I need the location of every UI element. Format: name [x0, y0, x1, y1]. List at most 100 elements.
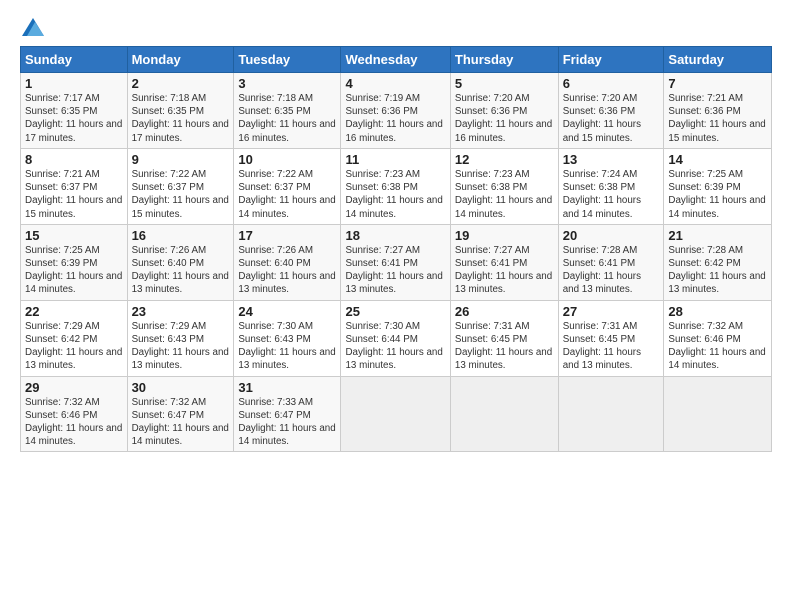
calendar-cell: 23Sunrise: 7:29 AMSunset: 6:43 PMDayligh…	[127, 300, 234, 376]
day-info: Sunrise: 7:18 AMSunset: 6:35 PMDaylight:…	[132, 92, 230, 145]
day-info: Sunrise: 7:23 AMSunset: 6:38 PMDaylight:…	[345, 168, 445, 221]
day-number: 19	[455, 228, 554, 243]
day-info: Sunrise: 7:21 AMSunset: 6:36 PMDaylight:…	[668, 92, 767, 145]
day-number: 22	[25, 304, 123, 319]
day-info: Sunrise: 7:22 AMSunset: 6:37 PMDaylight:…	[238, 168, 336, 221]
day-number: 31	[238, 380, 336, 395]
day-number: 29	[25, 380, 123, 395]
day-number: 23	[132, 304, 230, 319]
day-number: 18	[345, 228, 445, 243]
calendar-week-row: 15Sunrise: 7:25 AMSunset: 6:39 PMDayligh…	[21, 224, 772, 300]
calendar-cell	[341, 376, 450, 452]
calendar-day-header: Saturday	[664, 47, 772, 73]
calendar-cell: 5Sunrise: 7:20 AMSunset: 6:36 PMDaylight…	[450, 73, 558, 149]
calendar-week-row: 29Sunrise: 7:32 AMSunset: 6:46 PMDayligh…	[21, 376, 772, 452]
calendar-day-header: Monday	[127, 47, 234, 73]
day-info: Sunrise: 7:29 AMSunset: 6:42 PMDaylight:…	[25, 320, 123, 373]
calendar-cell: 16Sunrise: 7:26 AMSunset: 6:40 PMDayligh…	[127, 224, 234, 300]
calendar-cell: 3Sunrise: 7:18 AMSunset: 6:35 PMDaylight…	[234, 73, 341, 149]
calendar-cell: 22Sunrise: 7:29 AMSunset: 6:42 PMDayligh…	[21, 300, 128, 376]
calendar-cell: 2Sunrise: 7:18 AMSunset: 6:35 PMDaylight…	[127, 73, 234, 149]
calendar-cell: 19Sunrise: 7:27 AMSunset: 6:41 PMDayligh…	[450, 224, 558, 300]
day-number: 30	[132, 380, 230, 395]
day-number: 2	[132, 76, 230, 91]
day-info: Sunrise: 7:25 AMSunset: 6:39 PMDaylight:…	[25, 244, 123, 297]
day-number: 24	[238, 304, 336, 319]
day-info: Sunrise: 7:32 AMSunset: 6:46 PMDaylight:…	[25, 396, 123, 449]
day-info: Sunrise: 7:32 AMSunset: 6:46 PMDaylight:…	[668, 320, 767, 373]
day-info: Sunrise: 7:28 AMSunset: 6:42 PMDaylight:…	[668, 244, 767, 297]
day-number: 13	[563, 152, 660, 167]
day-info: Sunrise: 7:23 AMSunset: 6:38 PMDaylight:…	[455, 168, 554, 221]
day-number: 7	[668, 76, 767, 91]
calendar-cell	[558, 376, 664, 452]
page: SundayMondayTuesdayWednesdayThursdayFrid…	[0, 0, 792, 612]
day-info: Sunrise: 7:26 AMSunset: 6:40 PMDaylight:…	[238, 244, 336, 297]
calendar-cell: 11Sunrise: 7:23 AMSunset: 6:38 PMDayligh…	[341, 148, 450, 224]
day-number: 5	[455, 76, 554, 91]
day-number: 16	[132, 228, 230, 243]
day-number: 9	[132, 152, 230, 167]
day-number: 27	[563, 304, 660, 319]
calendar-cell: 21Sunrise: 7:28 AMSunset: 6:42 PMDayligh…	[664, 224, 772, 300]
logo	[20, 18, 44, 36]
day-number: 20	[563, 228, 660, 243]
day-info: Sunrise: 7:28 AMSunset: 6:41 PMDaylight:…	[563, 244, 660, 297]
header	[20, 18, 772, 36]
calendar-cell: 15Sunrise: 7:25 AMSunset: 6:39 PMDayligh…	[21, 224, 128, 300]
day-info: Sunrise: 7:33 AMSunset: 6:47 PMDaylight:…	[238, 396, 336, 449]
calendar-day-header: Thursday	[450, 47, 558, 73]
calendar-cell: 18Sunrise: 7:27 AMSunset: 6:41 PMDayligh…	[341, 224, 450, 300]
calendar-day-header: Friday	[558, 47, 664, 73]
calendar-cell	[664, 376, 772, 452]
calendar-day-header: Sunday	[21, 47, 128, 73]
calendar-week-row: 22Sunrise: 7:29 AMSunset: 6:42 PMDayligh…	[21, 300, 772, 376]
day-info: Sunrise: 7:17 AMSunset: 6:35 PMDaylight:…	[25, 92, 123, 145]
calendar-cell: 30Sunrise: 7:32 AMSunset: 6:47 PMDayligh…	[127, 376, 234, 452]
calendar-cell: 20Sunrise: 7:28 AMSunset: 6:41 PMDayligh…	[558, 224, 664, 300]
day-info: Sunrise: 7:30 AMSunset: 6:44 PMDaylight:…	[345, 320, 445, 373]
calendar-week-row: 8Sunrise: 7:21 AMSunset: 6:37 PMDaylight…	[21, 148, 772, 224]
day-number: 25	[345, 304, 445, 319]
calendar-header-row: SundayMondayTuesdayWednesdayThursdayFrid…	[21, 47, 772, 73]
day-number: 1	[25, 76, 123, 91]
calendar-cell: 24Sunrise: 7:30 AMSunset: 6:43 PMDayligh…	[234, 300, 341, 376]
calendar-cell: 27Sunrise: 7:31 AMSunset: 6:45 PMDayligh…	[558, 300, 664, 376]
calendar-week-row: 1Sunrise: 7:17 AMSunset: 6:35 PMDaylight…	[21, 73, 772, 149]
day-number: 26	[455, 304, 554, 319]
calendar-cell: 7Sunrise: 7:21 AMSunset: 6:36 PMDaylight…	[664, 73, 772, 149]
day-number: 6	[563, 76, 660, 91]
day-info: Sunrise: 7:31 AMSunset: 6:45 PMDaylight:…	[563, 320, 660, 373]
day-info: Sunrise: 7:22 AMSunset: 6:37 PMDaylight:…	[132, 168, 230, 221]
calendar-cell: 10Sunrise: 7:22 AMSunset: 6:37 PMDayligh…	[234, 148, 341, 224]
calendar-cell: 29Sunrise: 7:32 AMSunset: 6:46 PMDayligh…	[21, 376, 128, 452]
calendar-day-header: Wednesday	[341, 47, 450, 73]
calendar-day-header: Tuesday	[234, 47, 341, 73]
calendar-cell: 26Sunrise: 7:31 AMSunset: 6:45 PMDayligh…	[450, 300, 558, 376]
day-info: Sunrise: 7:32 AMSunset: 6:47 PMDaylight:…	[132, 396, 230, 449]
logo-text	[20, 18, 44, 36]
day-info: Sunrise: 7:27 AMSunset: 6:41 PMDaylight:…	[345, 244, 445, 297]
calendar-table: SundayMondayTuesdayWednesdayThursdayFrid…	[20, 46, 772, 452]
calendar-cell	[450, 376, 558, 452]
calendar-cell: 13Sunrise: 7:24 AMSunset: 6:38 PMDayligh…	[558, 148, 664, 224]
day-info: Sunrise: 7:18 AMSunset: 6:35 PMDaylight:…	[238, 92, 336, 145]
day-info: Sunrise: 7:31 AMSunset: 6:45 PMDaylight:…	[455, 320, 554, 373]
day-number: 28	[668, 304, 767, 319]
day-number: 17	[238, 228, 336, 243]
day-number: 14	[668, 152, 767, 167]
calendar-cell: 6Sunrise: 7:20 AMSunset: 6:36 PMDaylight…	[558, 73, 664, 149]
day-info: Sunrise: 7:26 AMSunset: 6:40 PMDaylight:…	[132, 244, 230, 297]
day-number: 4	[345, 76, 445, 91]
calendar-cell: 4Sunrise: 7:19 AMSunset: 6:36 PMDaylight…	[341, 73, 450, 149]
day-info: Sunrise: 7:27 AMSunset: 6:41 PMDaylight:…	[455, 244, 554, 297]
day-info: Sunrise: 7:19 AMSunset: 6:36 PMDaylight:…	[345, 92, 445, 145]
day-info: Sunrise: 7:24 AMSunset: 6:38 PMDaylight:…	[563, 168, 660, 221]
day-number: 15	[25, 228, 123, 243]
day-info: Sunrise: 7:20 AMSunset: 6:36 PMDaylight:…	[455, 92, 554, 145]
calendar-cell: 1Sunrise: 7:17 AMSunset: 6:35 PMDaylight…	[21, 73, 128, 149]
calendar-cell: 17Sunrise: 7:26 AMSunset: 6:40 PMDayligh…	[234, 224, 341, 300]
calendar-cell: 31Sunrise: 7:33 AMSunset: 6:47 PMDayligh…	[234, 376, 341, 452]
logo-icon	[22, 18, 44, 36]
calendar-cell: 28Sunrise: 7:32 AMSunset: 6:46 PMDayligh…	[664, 300, 772, 376]
